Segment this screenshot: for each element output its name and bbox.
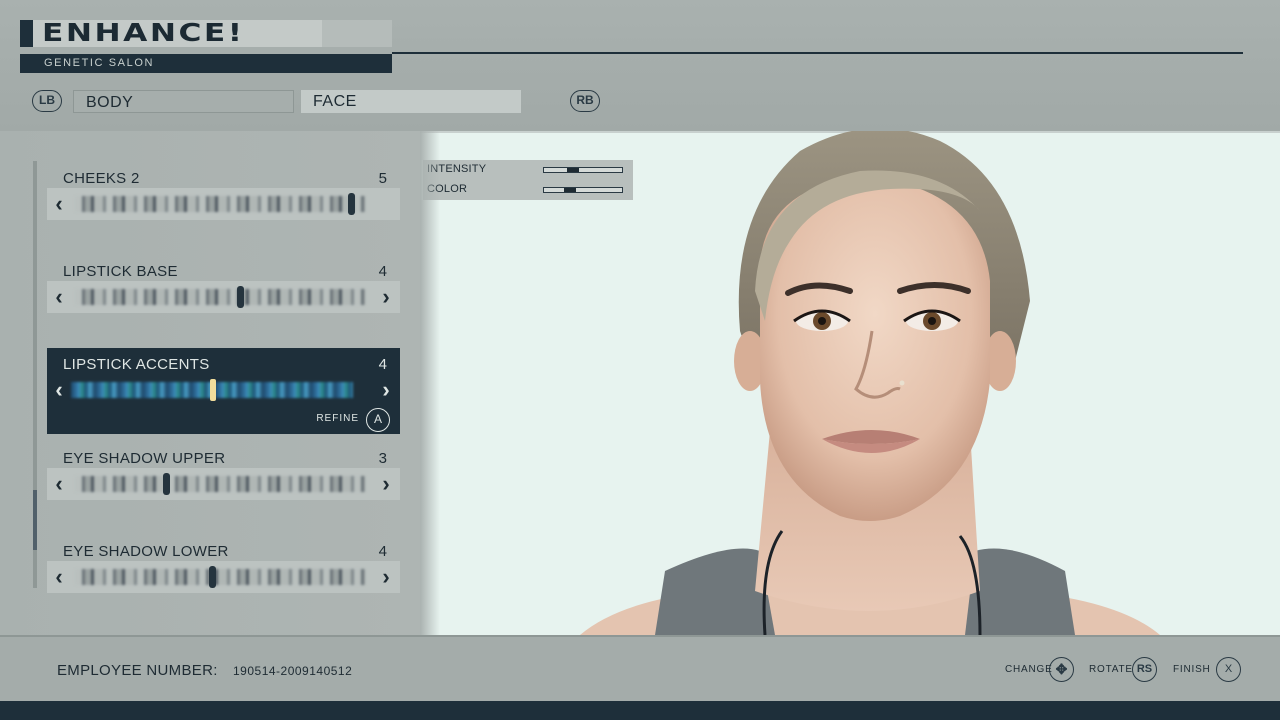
chevron-left-icon[interactable]: ‹ [52, 566, 66, 588]
finish-label: FINISH [1173, 664, 1211, 675]
item-value: 4 [378, 543, 387, 560]
item-value: 5 [378, 170, 387, 187]
chevron-left-icon[interactable]: ‹ [52, 193, 66, 215]
title-accent [20, 20, 33, 47]
option-swatches[interactable] [75, 569, 365, 585]
chevron-right-icon[interactable]: › [379, 286, 393, 308]
change-hint[interactable]: CHANGE ✥ [1005, 657, 1075, 683]
left-bumper-button[interactable]: LB [32, 90, 62, 112]
chevron-right-icon[interactable]: › [379, 379, 393, 401]
tab-face[interactable]: FACE [301, 90, 521, 113]
selection-marker [163, 473, 170, 495]
selection-marker [210, 379, 216, 401]
tab-body[interactable]: BODY [73, 90, 294, 113]
right-bumper-button[interactable]: RB [570, 90, 600, 112]
panel-fade [420, 131, 440, 635]
list-item-cheeks-2[interactable]: CHEEKS 2 5 ‹ [47, 165, 400, 221]
x-button-icon[interactable]: X [1216, 657, 1241, 682]
color-slider[interactable] [543, 187, 623, 193]
item-label: LIPSTICK ACCENTS [63, 356, 210, 373]
option-swatches[interactable] [75, 196, 365, 212]
character-portrait [580, 131, 1160, 635]
intensity-slider-knob[interactable] [567, 168, 579, 172]
intensity-slider[interactable] [543, 167, 623, 173]
option-strip[interactable]: ‹ › [47, 281, 400, 313]
tab-row: LB BODY FACE RB [0, 90, 1280, 114]
title-block-end [322, 20, 392, 47]
header: ENHANCE! GENETIC SALON LB BODY FACE RB [0, 0, 1280, 131]
list-item-eye-shadow-lower[interactable]: EYE SHADOW LOWER 4 ‹ › [47, 538, 400, 594]
color-slider-knob[interactable] [564, 188, 576, 192]
page-subtitle: GENETIC SALON [44, 57, 155, 69]
item-value: 3 [378, 450, 387, 467]
header-divider [392, 52, 1243, 54]
rotate-label: ROTATE [1089, 664, 1133, 675]
refine-button[interactable]: A [366, 408, 390, 432]
subtitle-bar: GENETIC SALON [20, 54, 392, 73]
finish-hint[interactable]: FINISH X [1173, 657, 1243, 683]
selection-marker [348, 193, 355, 215]
employee-number-value: 190514-2009140512 [233, 664, 353, 678]
option-strip[interactable]: ‹ [47, 188, 400, 220]
option-swatches[interactable] [75, 476, 365, 492]
adjustment-panel: INTENSITY COLOR [423, 160, 633, 200]
item-label: EYE SHADOW UPPER [63, 450, 226, 467]
option-strip[interactable]: ‹ › [47, 561, 400, 593]
selection-marker [209, 566, 216, 588]
chevron-right-icon[interactable]: › [379, 473, 393, 495]
employee-number-label: EMPLOYEE NUMBER: [57, 662, 218, 679]
item-label: EYE SHADOW LOWER [63, 543, 229, 560]
option-swatches[interactable] [75, 289, 365, 305]
list-item-eye-shadow-upper[interactable]: EYE SHADOW UPPER 3 ‹ › [47, 445, 400, 501]
scrollbar-thumb[interactable] [33, 490, 37, 550]
chevron-left-icon[interactable]: ‹ [52, 473, 66, 495]
selection-marker [237, 286, 244, 308]
refine-label: REFINE [316, 413, 359, 424]
item-label: LIPSTICK BASE [63, 263, 178, 280]
right-stick-icon[interactable]: RS [1132, 657, 1157, 682]
footer-bottom-bar [0, 701, 1280, 720]
rotate-hint[interactable]: ROTATE RS [1089, 657, 1159, 683]
chevron-left-icon[interactable]: ‹ [52, 379, 66, 401]
option-strip[interactable]: ‹ › [47, 468, 400, 500]
list-item-lipstick-base[interactable]: LIPSTICK BASE 4 ‹ › [47, 258, 400, 314]
item-value: 4 [378, 263, 387, 280]
item-label: CHEEKS 2 [63, 170, 140, 187]
footer: EMPLOYEE NUMBER: 190514-2009140512 CHANG… [0, 635, 1280, 701]
chevron-right-icon[interactable]: › [379, 566, 393, 588]
dpad-icon[interactable]: ✥ [1049, 657, 1074, 682]
list-item-lipstick-accents[interactable]: LIPSTICK ACCENTS 4 ‹ › REFINE A [47, 348, 400, 434]
item-value: 4 [378, 356, 387, 373]
change-label: CHANGE [1005, 664, 1053, 675]
chevron-left-icon[interactable]: ‹ [52, 286, 66, 308]
